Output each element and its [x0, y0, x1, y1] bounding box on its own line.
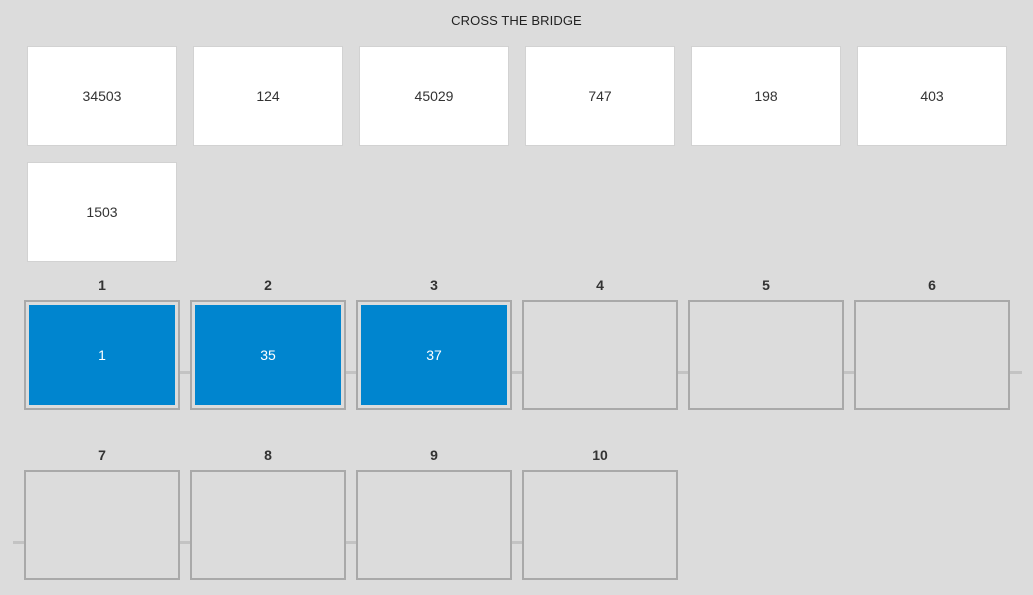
slot-label-3: 3 — [430, 277, 438, 293]
page-title: CROSS THE BRIDGE — [451, 13, 582, 28]
bridge-connector — [512, 371, 522, 374]
tile-6[interactable]: 1503 — [27, 162, 177, 262]
slot-label-2: 2 — [264, 277, 272, 293]
tile-0[interactable]: 34503 — [27, 46, 177, 146]
bridge-slot-7[interactable] — [24, 470, 180, 580]
slot-label-1: 1 — [98, 277, 106, 293]
slot-label-4: 4 — [596, 277, 604, 293]
placed-tile[interactable]: 35 — [195, 305, 341, 405]
bridge-connector — [512, 541, 522, 544]
bridge-connector — [180, 541, 190, 544]
slot-label-8: 8 — [264, 447, 272, 463]
bridge-connector — [13, 541, 24, 544]
bridge-connector — [678, 371, 688, 374]
bridge-slot-1[interactable]: 1 — [24, 300, 180, 410]
tile-5[interactable]: 403 — [857, 46, 1007, 146]
bridge-slot-5[interactable] — [688, 300, 844, 410]
bridge-slot-4[interactable] — [522, 300, 678, 410]
slot-label-5: 5 — [762, 277, 770, 293]
bridge-slot-2[interactable]: 35 — [190, 300, 346, 410]
bridge-connector — [844, 371, 854, 374]
bridge-slot-8[interactable] — [190, 470, 346, 580]
bridge-connector — [180, 371, 190, 374]
slot-label-6: 6 — [928, 277, 936, 293]
placed-tile[interactable]: 37 — [361, 305, 507, 405]
bridge-slot-6[interactable] — [854, 300, 1010, 410]
tile-1[interactable]: 124 — [193, 46, 343, 146]
slot-label-9: 9 — [430, 447, 438, 463]
bridge-slot-9[interactable] — [356, 470, 512, 580]
placed-tile[interactable]: 1 — [29, 305, 175, 405]
slot-label-7: 7 — [98, 447, 106, 463]
game-board: CROSS THE BRIDGE 34503 124 45029 747 198… — [0, 0, 1033, 595]
bridge-connector — [1010, 371, 1022, 374]
bridge-connector — [346, 541, 356, 544]
tile-4[interactable]: 198 — [691, 46, 841, 146]
bridge-slot-3[interactable]: 37 — [356, 300, 512, 410]
tile-3[interactable]: 747 — [525, 46, 675, 146]
slot-label-10: 10 — [592, 447, 608, 463]
bridge-connector — [346, 371, 356, 374]
bridge-slot-10[interactable] — [522, 470, 678, 580]
tile-2[interactable]: 45029 — [359, 46, 509, 146]
